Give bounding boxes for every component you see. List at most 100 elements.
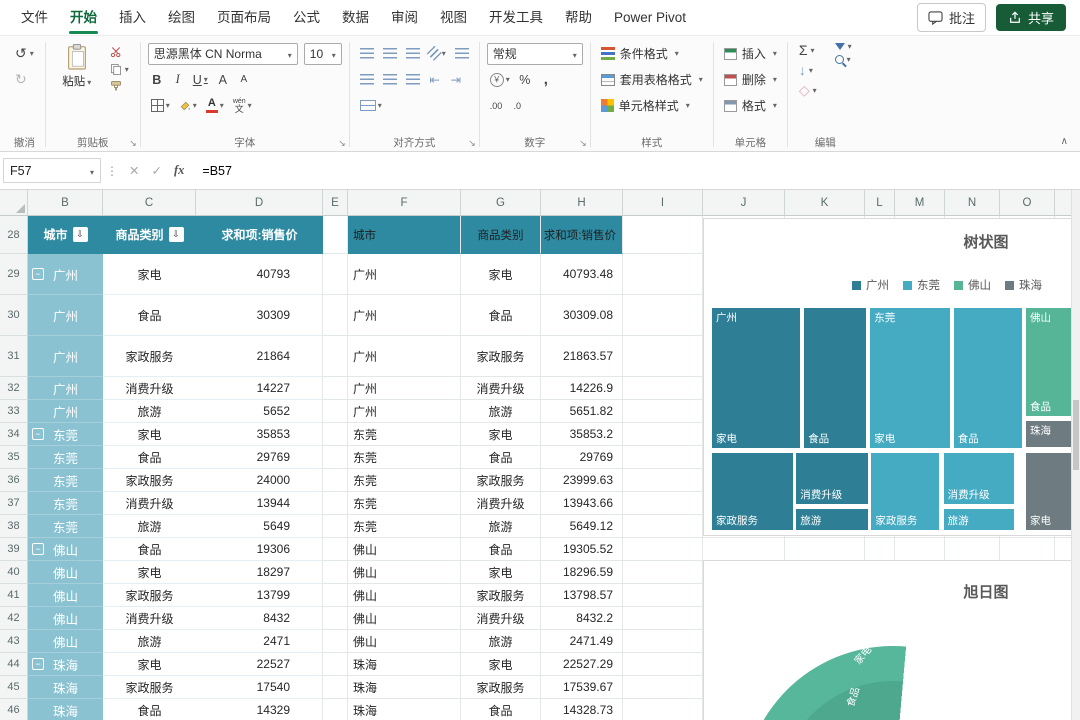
conditional-formatting-button[interactable]: 条件格式 <box>598 41 706 66</box>
filter-sort-icon[interactable]: ⇩ <box>72 227 88 242</box>
italic-button[interactable]: I <box>169 70 187 90</box>
column-header-C[interactable]: C <box>103 190 196 216</box>
treemap-block-家电[interactable]: 家电 <box>1024 451 1074 531</box>
comments-button[interactable]: 批注 <box>916 3 986 32</box>
paste-button[interactable]: 粘贴 <box>53 41 101 93</box>
cell-F31[interactable]: 广州 <box>348 336 461 377</box>
cell-I39[interactable] <box>623 538 703 561</box>
column-header-H[interactable]: H <box>541 190 623 216</box>
row-header-37[interactable]: 37 <box>0 492 28 515</box>
cell-F37[interactable]: 东莞 <box>348 492 461 515</box>
cell-E33[interactable] <box>323 400 348 423</box>
formula-input[interactable]: =B57 <box>190 164 1080 178</box>
cell-B33[interactable]: 广州 <box>28 400 103 423</box>
underline-button[interactable]: U <box>190 70 211 90</box>
cell-I34[interactable] <box>623 423 703 446</box>
cell-E41[interactable] <box>323 584 348 607</box>
menu-tab-帮助[interactable]: 帮助 <box>554 1 603 35</box>
treemap-block-珠海-[interactable]: 珠海 <box>1024 419 1074 449</box>
cell-E37[interactable] <box>323 492 348 515</box>
row-header-43[interactable]: 43 <box>0 630 28 653</box>
cell-G40[interactable]: 家电 <box>461 561 541 584</box>
cell-C30[interactable]: 食品 <box>103 295 196 336</box>
cell-H42[interactable]: 8432.2 <box>541 607 623 630</box>
row-header-32[interactable]: 32 <box>0 377 28 400</box>
vertical-scrollbar[interactable] <box>1071 190 1080 720</box>
cell-F39[interactable]: 佛山 <box>348 538 461 561</box>
cell-C33[interactable]: 旅游 <box>103 400 196 423</box>
cell-B44[interactable]: − 珠海 <box>28 653 103 676</box>
cell-G33[interactable]: 旅游 <box>461 400 541 423</box>
cell-H30[interactable]: 30309.08 <box>541 295 623 336</box>
cell-B31[interactable]: 广州 <box>28 336 103 377</box>
row-header-35[interactable]: 35 <box>0 446 28 469</box>
treemap-block-旅游[interactable]: 旅游 <box>795 507 869 531</box>
cell-G31[interactable]: 家政服务 <box>461 336 541 377</box>
menu-tab-公式[interactable]: 公式 <box>282 1 331 35</box>
cell-C29[interactable]: 家电 <box>103 254 196 295</box>
treemap-block-家政服务[interactable]: 家政服务 <box>711 451 795 531</box>
cell-E40[interactable] <box>323 561 348 584</box>
treemap-block-消费升级[interactable]: 消费升级 <box>795 451 869 506</box>
cell-H37[interactable]: 13943.66 <box>541 492 623 515</box>
cell-D42[interactable]: 8432 <box>196 607 323 630</box>
cell-D35[interactable]: 29769 <box>196 446 323 469</box>
row-header-36[interactable]: 36 <box>0 469 28 492</box>
dialog-launcher-icon[interactable]: ↘ <box>129 139 137 148</box>
collapse-group-icon[interactable]: − <box>32 543 44 555</box>
cell-C32[interactable]: 消费升级 <box>103 377 196 400</box>
cell-F38[interactable]: 东莞 <box>348 515 461 538</box>
cell-D46[interactable]: 14329 <box>196 699 323 720</box>
row-header-42[interactable]: 42 <box>0 607 28 630</box>
cell-B42[interactable]: 佛山 <box>28 607 103 630</box>
menu-tab-绘图[interactable]: 绘图 <box>157 1 206 35</box>
column-header-K[interactable]: K <box>785 190 865 216</box>
align-center-button[interactable] <box>380 70 400 90</box>
cell-F32[interactable]: 广州 <box>348 377 461 400</box>
dialog-launcher-icon[interactable]: ↘ <box>338 139 346 148</box>
cell-G39[interactable]: 食品 <box>461 538 541 561</box>
fill-button[interactable]: ↓ <box>795 61 821 79</box>
align-right-button[interactable] <box>403 70 423 90</box>
collapse-group-icon[interactable]: − <box>32 428 44 440</box>
cell-G35[interactable]: 食品 <box>461 446 541 469</box>
legend-item-东莞[interactable]: 东莞 <box>903 277 940 293</box>
cell-B37[interactable]: 东莞 <box>28 492 103 515</box>
filter-sort-icon[interactable]: ⇩ <box>168 227 184 242</box>
cell-E46[interactable] <box>323 699 348 720</box>
sunburst-chart[interactable]: 旭日图 食品 家电 食品 中山 家电 <box>703 560 1080 720</box>
cell-C40[interactable]: 家电 <box>103 561 196 584</box>
cell-G29[interactable]: 家电 <box>461 254 541 295</box>
cell-B29[interactable]: − 广州 <box>28 254 103 295</box>
cell-G28[interactable]: 商品类别 <box>461 216 541 254</box>
column-header-F[interactable]: F <box>348 190 461 216</box>
ribbon-collapse-icon[interactable]: ∧ <box>1061 136 1068 147</box>
row-header-31[interactable]: 31 <box>0 336 28 377</box>
treemap-block-旅游[interactable]: 旅游 <box>942 507 1015 531</box>
orientation-button[interactable] <box>426 44 449 64</box>
font-color-button[interactable]: A <box>203 96 227 116</box>
cell-B38[interactable]: 东莞 <box>28 515 103 538</box>
cell-D32[interactable]: 14227 <box>196 377 323 400</box>
row-header-41[interactable]: 41 <box>0 584 28 607</box>
menu-tab-开始[interactable]: 开始 <box>59 1 108 35</box>
column-header-E[interactable]: E <box>323 190 348 216</box>
cell-B30[interactable]: 广州 <box>28 295 103 336</box>
find-select-button[interactable] <box>831 54 856 65</box>
treemap-block-家政服务[interactable]: 家政服务 <box>870 451 941 531</box>
cell-H45[interactable]: 17539.67 <box>541 676 623 699</box>
cell-F46[interactable]: 珠海 <box>348 699 461 720</box>
row-header-34[interactable]: 34 <box>0 423 28 446</box>
column-header-B[interactable]: B <box>28 190 103 216</box>
align-left-button[interactable] <box>357 70 377 90</box>
decrease-decimal-button[interactable]: .0 <box>508 96 526 116</box>
cell-G41[interactable]: 家政服务 <box>461 584 541 607</box>
row-header-28[interactable]: 28 <box>0 216 28 254</box>
cell-B34[interactable]: − 东莞 <box>28 423 103 446</box>
treemap-block-东莞-家电[interactable]: 东莞 家电 <box>869 307 951 450</box>
cell-G34[interactable]: 家电 <box>461 423 541 446</box>
cell-F41[interactable]: 佛山 <box>348 584 461 607</box>
insert-function-button[interactable]: fx <box>168 163 190 178</box>
cell-D36[interactable]: 24000 <box>196 469 323 492</box>
menu-tab-视图[interactable]: 视图 <box>429 1 478 35</box>
